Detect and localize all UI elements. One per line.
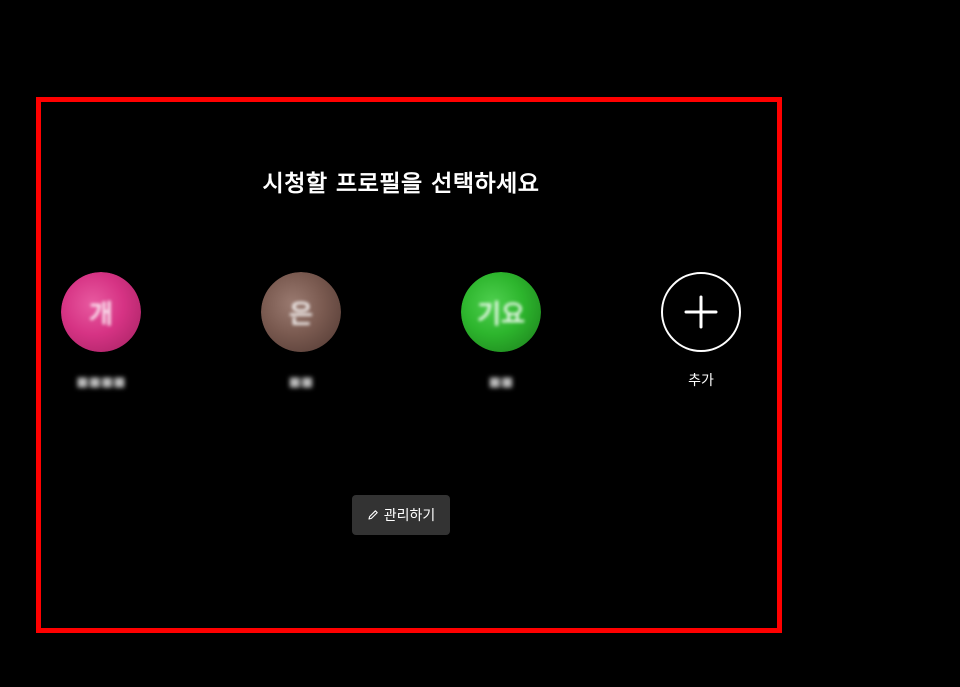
profile-item-3[interactable]: 기요 ■■ <box>441 272 561 392</box>
profile-avatar-glyph: 개 <box>89 299 113 330</box>
add-profile-circle[interactable] <box>661 272 741 352</box>
profile-item-2[interactable]: 은 ■■ <box>241 272 361 392</box>
profile-name: ■■■■ <box>76 375 126 390</box>
profile-avatar[interactable]: 기요 <box>461 272 541 352</box>
profile-item-1[interactable]: 개 ■■■■ <box>41 272 161 392</box>
add-profile-label: 추가 <box>688 373 714 389</box>
manage-button-label: 관리하기 <box>383 508 436 524</box>
profile-select-screen: 시청할 프로필을 선택하세요 개 ■■■■ 은 ■■ 기요 ■■ 추가 관리하기 <box>0 0 960 687</box>
profile-avatar[interactable]: 개 <box>61 272 141 352</box>
plus-icon <box>684 295 718 329</box>
manage-profiles-button[interactable]: 관리하기 <box>352 495 450 535</box>
pencil-icon <box>368 510 378 520</box>
profile-avatar-glyph: 은 <box>289 299 313 330</box>
profile-name: ■■ <box>488 375 514 390</box>
page-title: 시청할 프로필을 선택하세요 <box>262 171 540 197</box>
add-profile-button[interactable]: 추가 <box>641 272 761 390</box>
profile-name: ■■ <box>288 375 314 390</box>
profile-avatar-glyph: 기요 <box>477 299 525 330</box>
profile-avatar[interactable]: 은 <box>261 272 341 352</box>
